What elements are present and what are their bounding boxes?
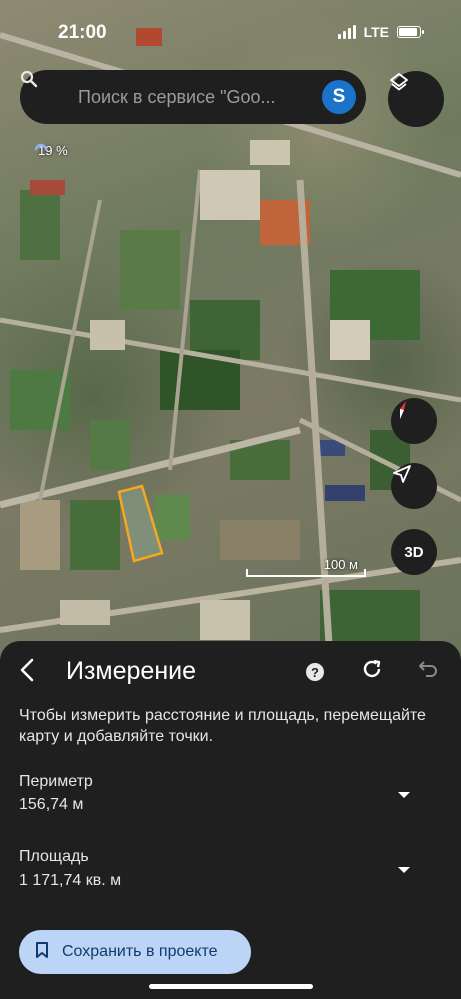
undo-icon — [417, 659, 439, 684]
save-to-project-button[interactable]: Сохранить в проекте — [19, 930, 251, 974]
perimeter-value: 156,74 м — [19, 796, 84, 813]
sheet-title: Измерение — [66, 657, 197, 685]
layers-button[interactable] — [388, 71, 444, 127]
refresh-icon — [361, 658, 383, 685]
battery-icon — [397, 26, 424, 38]
save-button-label: Сохранить в проекте — [62, 943, 218, 960]
search-bar[interactable]: Поиск в сервисе "Goo... S — [20, 70, 366, 124]
bookmark-icon — [35, 941, 49, 964]
help-icon[interactable]: ? — [306, 663, 324, 681]
my-location-button[interactable] — [391, 463, 437, 509]
map-scale-bar: 100 м — [246, 557, 366, 577]
perimeter-label: Периметр — [19, 773, 93, 790]
status-time: 21:00 — [58, 22, 107, 43]
area-chevron-down-icon[interactable] — [396, 862, 412, 873]
compass-button[interactable] — [391, 398, 437, 444]
search-input[interactable]: Поиск в сервисе "Goo... — [78, 87, 302, 108]
account-avatar[interactable]: S — [322, 80, 356, 114]
refresh-button[interactable] — [359, 658, 385, 684]
satellite-map[interactable]: 21:00 LTE Поиск в сервисе "Goo... S 19 % — [0, 0, 461, 660]
measurement-sheet: Измерение ? Чтобы измерить расстояние и … — [0, 641, 461, 999]
loading-indicator: 19 % — [34, 143, 68, 158]
status-indicators: LTE — [337, 24, 424, 40]
area-label: Площадь — [19, 848, 89, 865]
measurement-instructions: Чтобы измерить расстояние и площадь, пер… — [19, 707, 426, 745]
scale-label: 100 м — [323, 557, 358, 572]
network-type: LTE — [363, 24, 389, 40]
area-value: 1 171,74 кв. м — [19, 872, 122, 889]
search-icon — [20, 70, 58, 108]
perimeter-chevron-down-icon[interactable] — [396, 787, 412, 798]
cellular-signal-icon — [337, 25, 356, 39]
back-button[interactable] — [14, 657, 40, 687]
back-arrow-icon — [19, 658, 35, 687]
3d-toggle-button[interactable]: 3D — [391, 529, 437, 575]
undo-button[interactable] — [416, 659, 440, 683]
home-indicator[interactable] — [149, 984, 313, 989]
